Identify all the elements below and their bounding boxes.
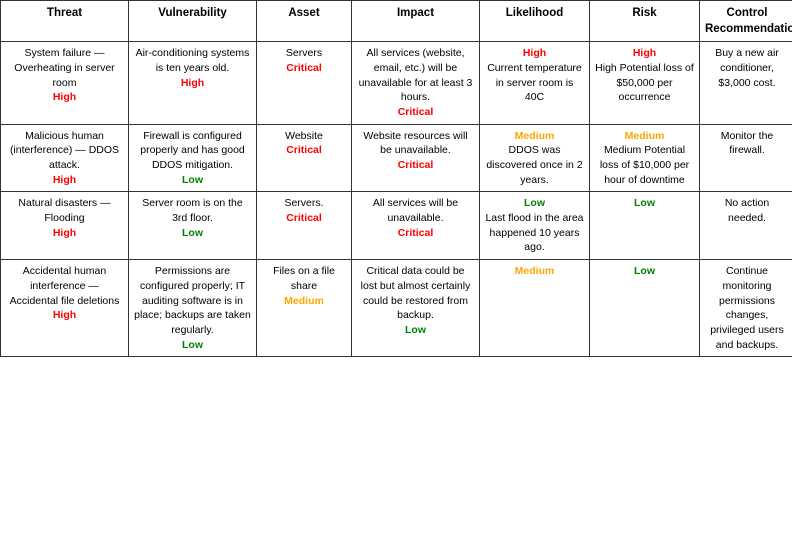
likelihood-level: Medium <box>515 130 555 142</box>
impact-level: Critical <box>398 106 434 118</box>
table-row: System failure — Overheating in server r… <box>1 42 792 124</box>
asset-text: Website <box>285 130 323 142</box>
likelihood-text: DDOS was discovered once in 2 years. <box>486 144 582 185</box>
risk-level: Low <box>634 265 655 277</box>
asset-level: Critical <box>286 212 322 224</box>
impact-level: Low <box>405 324 426 336</box>
risk-level: Medium <box>625 130 665 142</box>
vuln-level: Low <box>182 339 203 351</box>
table-cell: Medium Medium Potential loss of $10,000 p… <box>590 124 700 192</box>
table-cell: Files on a file share Medium <box>257 260 352 357</box>
table-cell: Medium DDOS was discovered once in 2 year… <box>480 124 590 192</box>
table-cell: High High Potential loss of $50,000 per o… <box>590 42 700 124</box>
table-cell: Website Critical <box>257 124 352 192</box>
table-cell: Malicious human (interference) — DDOS at… <box>1 124 129 192</box>
threat-level: High <box>53 174 76 186</box>
impact-text: Website resources will be unavailable. <box>363 130 467 157</box>
table-cell: System failure — Overheating in server r… <box>1 42 129 124</box>
table-cell: No action needed. <box>700 192 792 260</box>
table-cell: Low <box>590 260 700 357</box>
asset-text: Servers <box>286 47 322 59</box>
table-cell: Server room is on the 3rd floor. Low <box>129 192 257 260</box>
header-asset: Asset <box>257 1 352 42</box>
asset-text: Servers. <box>284 197 323 209</box>
table-cell: Servers. Critical <box>257 192 352 260</box>
likelihood-text: Current temperature in server room is 40… <box>487 62 582 103</box>
vuln-text: Permissions are configured properly; IT … <box>134 265 251 336</box>
impact-level: Critical <box>398 227 434 239</box>
impact-level: Critical <box>398 159 434 171</box>
risk-text: Medium Potential loss of $10,000 per hou… <box>600 144 689 185</box>
vuln-text: Server room is on the 3rd floor. <box>142 197 242 224</box>
table-cell: Servers Critical <box>257 42 352 124</box>
vuln-level: Low <box>182 227 203 239</box>
header-vulnerability: Vulnerability <box>129 1 257 42</box>
header-impact: Impact <box>352 1 480 42</box>
table-row: Accidental human interference — Accident… <box>1 260 792 357</box>
risk-level: High <box>633 47 656 59</box>
table-row: Natural disasters — Flooding HighServer … <box>1 192 792 260</box>
asset-level: Medium <box>284 295 324 307</box>
header-likelihood: Likelihood <box>480 1 590 42</box>
table-cell: Continue monitoring permissions changes,… <box>700 260 792 357</box>
likelihood-level: Medium <box>515 265 555 277</box>
table-cell: Monitor the firewall. <box>700 124 792 192</box>
vuln-level: High <box>181 77 204 89</box>
threat-text: Natural disasters — Flooding <box>18 197 110 224</box>
table-row: Malicious human (interference) — DDOS at… <box>1 124 792 192</box>
threat-level: High <box>53 309 76 321</box>
asset-level: Critical <box>286 144 322 156</box>
table-cell: Website resources will be unavailable. C… <box>352 124 480 192</box>
header-threat: Threat <box>1 1 129 42</box>
table-cell: Buy a new air conditioner, $3,000 cost. <box>700 42 792 124</box>
control-text: Buy a new air conditioner, $3,000 cost. <box>715 47 779 88</box>
threat-level: High <box>53 227 76 239</box>
asset-text: Files on a file share <box>273 265 335 292</box>
vuln-level: Low <box>182 174 203 186</box>
table-cell: All services will be unavailable. Critic… <box>352 192 480 260</box>
control-text: Monitor the firewall. <box>721 130 774 157</box>
table-cell: Permissions are configured properly; IT … <box>129 260 257 357</box>
table-cell: Medium <box>480 260 590 357</box>
impact-text: All services will be unavailable. <box>373 197 458 224</box>
risk-text: High Potential loss of $50,000 per occur… <box>595 62 694 103</box>
threat-text: Accidental human interference — Accident… <box>10 265 120 306</box>
control-text: No action needed. <box>725 197 769 224</box>
risk-table: Threat Vulnerability Asset Impact Likeli… <box>0 0 792 357</box>
table-cell: Firewall is configured properly and has … <box>129 124 257 192</box>
asset-level: Critical <box>286 62 322 74</box>
vuln-text: Firewall is configured properly and has … <box>140 130 245 171</box>
header-row: Threat Vulnerability Asset Impact Likeli… <box>1 1 792 42</box>
table-cell: Accidental human interference — Accident… <box>1 260 129 357</box>
table-cell: High Current temperature in server room i… <box>480 42 590 124</box>
risk-level: Low <box>634 197 655 209</box>
table-cell: Low Last flood in the area happened 10 ye… <box>480 192 590 260</box>
header-control: ControlRecommendations <box>700 1 792 42</box>
likelihood-text: Last flood in the area happened 10 years… <box>485 212 583 253</box>
table-cell: Low <box>590 192 700 260</box>
impact-text: Critical data could be lost but almost c… <box>361 265 471 321</box>
vuln-text: Air-conditioning systems is ten years ol… <box>136 47 250 74</box>
threat-level: High <box>53 91 76 103</box>
threat-text: System failure — Overheating in server r… <box>14 47 114 88</box>
table-cell: All services (website, email, etc.) will… <box>352 42 480 124</box>
table-cell: Natural disasters — Flooding High <box>1 192 129 260</box>
table-cell: Air-conditioning systems is ten years ol… <box>129 42 257 124</box>
impact-text: All services (website, email, etc.) will… <box>359 47 473 103</box>
likelihood-level: Low <box>524 197 545 209</box>
header-risk: Risk <box>590 1 700 42</box>
threat-text: Malicious human (interference) — DDOS at… <box>10 130 119 171</box>
table-cell: Critical data could be lost but almost c… <box>352 260 480 357</box>
control-text: Continue monitoring permissions changes,… <box>710 265 784 350</box>
likelihood-level: High <box>523 47 546 59</box>
